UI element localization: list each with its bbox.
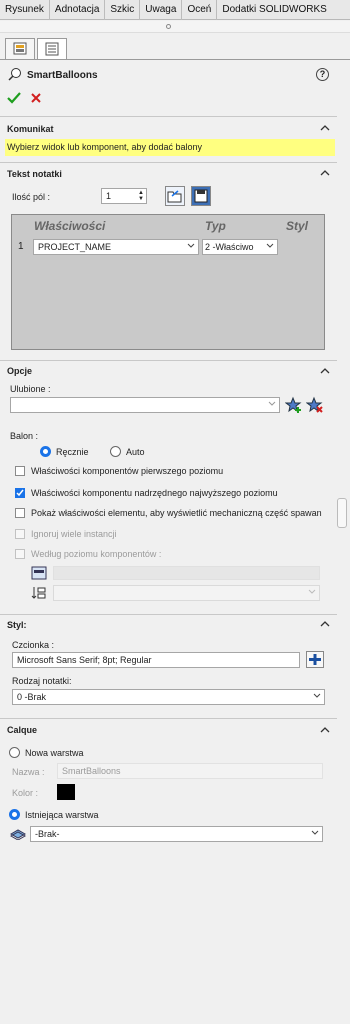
divider [0,116,337,117]
level-icon [31,566,47,580]
collapse-chevron-icon[interactable] [320,726,330,734]
radio-auto[interactable] [110,446,121,457]
checkbox-top-level-parent[interactable] [15,488,25,498]
properties-table: Właściwości Typ Styl 1 PROJECT_NAME 2 -W… [11,214,325,350]
column-header-style: Styl [286,219,309,233]
level-slider[interactable] [53,566,320,580]
checkbox-show-weldment[interactable] [15,508,25,518]
radio-new-layer[interactable] [9,747,20,758]
chevron-down-icon [308,589,316,594]
layer-name-label: Nazwa : [12,767,45,777]
checkbox-show-weldment-label: Pokaż właściwości elementu, aby wyświetl… [31,508,322,518]
checkbox-first-level-label: Właściwości komponentów pierwszego pozio… [31,466,224,476]
feature-tree-icon [13,42,27,55]
checkbox-ignore-instances-label: Ignoruj wiele instancji [31,529,117,539]
radio-existing-layer[interactable] [9,809,20,820]
panel-resize-handle[interactable] [337,498,347,528]
tab-divider [0,59,350,60]
collapse-chevron-icon[interactable] [320,367,330,375]
delete-favorite-icon[interactable] [306,396,324,414]
divider [0,360,337,361]
radio-manual[interactable] [40,446,51,457]
property-dropdown[interactable]: PROJECT_NAME [33,239,199,255]
message-box: Wybierz widok lub komponent, aby dodać b… [5,139,335,156]
add-favorite-icon[interactable] [285,396,303,414]
layers-icon [10,829,26,840]
cancel-icon[interactable] [30,92,42,104]
save-icon [194,189,208,203]
collapse-chevron-icon[interactable] [320,620,330,628]
column-header-properties: Właściwości [34,219,106,233]
note-text-header: Tekst notatki [7,169,62,179]
balloon-label: Balon : [10,431,39,441]
open-folder-button[interactable] [165,186,185,206]
panel-title: SmartBalloons [27,70,98,81]
layer-name-field[interactable]: SmartBalloons [57,763,323,779]
divider [0,614,337,615]
chevron-down-icon [187,243,195,248]
radio-new-layer-label: Nowa warstwa [25,748,84,758]
plus-icon [309,654,321,665]
checkbox-by-level-label: Według poziomu komponentów : [31,549,162,559]
checkbox-ignore-instances[interactable] [15,529,25,539]
divider [0,718,337,719]
chevron-down-icon [311,830,319,835]
row-index: 1 [18,241,24,252]
checkbox-first-level[interactable] [15,466,25,476]
sort-icon [31,587,46,599]
chevron-down-icon [266,243,274,248]
spinner-arrows-icon[interactable]: ▲ ▼ [138,190,144,202]
type-dropdown[interactable]: 2 -Właściwo [202,239,278,255]
checkbox-top-level-parent-label: Właściwości komponentu nadrzędnego najwy… [31,488,278,498]
radio-auto-label: Auto [126,447,145,457]
tab-feature-manager[interactable] [5,38,35,60]
existing-layer-dropdown[interactable]: -Brak- [30,826,323,842]
message-header: Komunikat [7,124,54,134]
chevron-down-icon [313,693,321,698]
note-type-dropdown[interactable]: 0 -Brak [12,689,325,705]
divider [0,162,337,163]
font-button[interactable] [306,651,324,668]
tab-property-manager[interactable] [37,38,67,60]
command-manager-tabs: Rysunek Adnotacja Szkic Uwaga Oceń Dodat… [0,0,350,20]
font-label: Czcionka : [12,640,55,650]
checkmark-icon [16,489,24,497]
collapse-chevron-icon[interactable] [320,124,330,132]
style-header: Styl: [7,620,27,630]
tab-rysunek[interactable]: Rysunek [0,0,50,20]
smart-balloons-icon [8,68,21,81]
tab-dodatki[interactable]: Dodatki SOLIDWORKS [217,0,331,20]
tab-uwaga[interactable]: Uwaga [140,0,183,20]
column-header-type: Typ [205,219,226,233]
checkbox-by-level[interactable] [15,549,25,559]
save-button[interactable] [191,186,211,206]
options-header: Opcje [7,366,33,376]
layer-color-swatch[interactable] [57,784,75,800]
property-manager-icon [45,42,59,56]
tab-ocen[interactable]: Oceń [182,0,218,20]
field-count-label: Ilość pól : [12,192,51,202]
radio-existing-layer-label: Istniejąca warstwa [25,810,99,820]
favorites-label: Ulubione : [10,384,51,394]
chevron-down-icon [268,401,276,406]
field-count-spinner[interactable]: 1 ▲ ▼ [101,188,147,204]
layer-color-label: Kolor : [12,788,39,798]
tab-szkic[interactable]: Szkic [105,0,141,20]
ok-icon[interactable] [7,91,21,105]
collapse-chevron-icon[interactable] [320,169,330,177]
favorites-dropdown[interactable] [10,397,280,413]
note-type-label: Rodzaj notatki: [12,676,72,686]
panel-grip[interactable] [0,21,350,33]
help-icon[interactable]: ? [316,68,329,81]
tab-adnotacja[interactable]: Adnotacja [50,0,106,20]
folder-icon [167,190,182,203]
sort-dropdown[interactable] [53,585,320,601]
layer-header: Calque [7,725,38,735]
font-field[interactable]: Microsoft Sans Serif; 8pt; Regular [12,652,300,668]
radio-manual-label: Ręcznie [56,447,89,457]
